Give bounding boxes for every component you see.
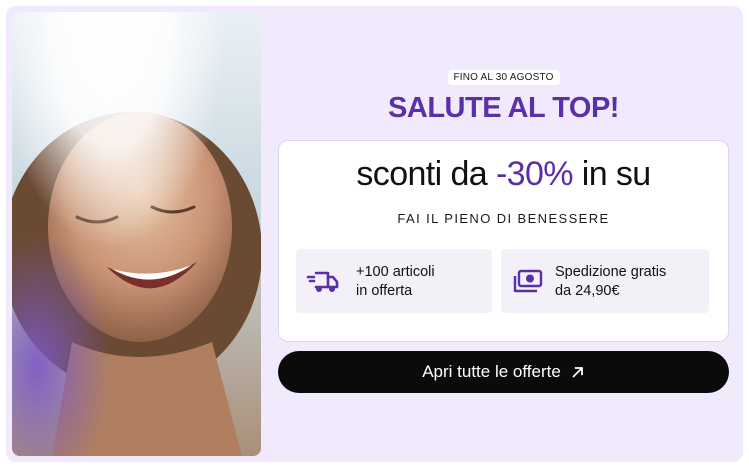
feature-text: Spedizione gratis da 24,90€ [555,263,666,301]
date-badge: FINO AL 30 AGOSTO [447,70,560,85]
feature-line: +100 articoli [356,264,435,280]
feature-line: da 24,90€ [555,283,620,299]
feature-text: +100 articoli in offerta [356,263,435,301]
tagline: FAI IL PIENO DI BENESSERE [397,211,610,226]
open-offers-button[interactable]: Apri tutte le offerte [278,351,729,393]
headline: SALUTE AL TOP! [388,92,619,124]
discount-suffix: in su [581,155,651,193]
discount-prefix: sconti da [356,155,488,193]
feature-articles: +100 articoli in offerta [296,249,492,313]
cta-label: Apri tutte le offerte [422,362,561,381]
feature-line: Spedizione gratis [555,264,667,280]
delivery-truck-icon [306,271,339,292]
arrow-up-right-icon [572,367,583,378]
feature-shipping: Spedizione gratis da 24,90€ [501,249,709,313]
offer-card: sconti da -30% in su FAI IL PIENO DI BEN… [278,140,729,342]
banknote-icon [513,269,543,293]
promo-banner[interactable]: FINO AL 30 AGOSTO SALUTE AL TOP! sconti … [6,6,743,462]
discount-percentage: -30% [495,155,574,193]
feature-line: in offerta [356,283,413,299]
offer-panel: FINO AL 30 AGOSTO SALUTE AL TOP! sconti … [278,6,729,462]
discount-text: sconti da -30% in su [279,155,728,194]
hero-photo [12,12,261,456]
